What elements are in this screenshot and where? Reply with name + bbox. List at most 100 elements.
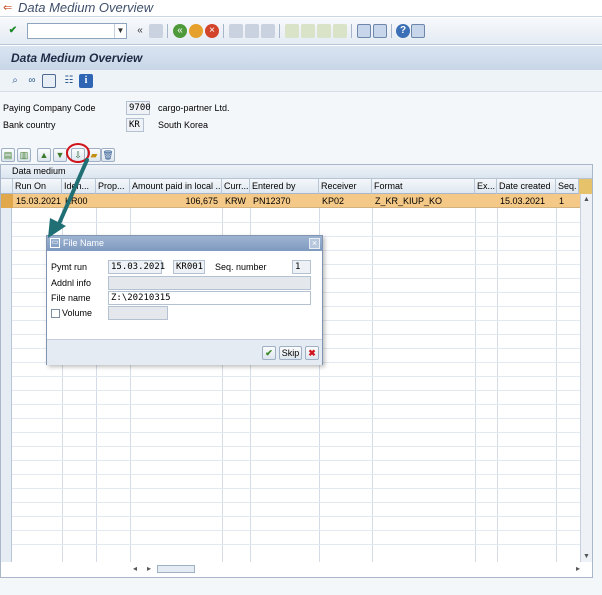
window-titlebar: ⇐ Data Medium Overview [0,0,602,17]
find-next-icon[interactable] [261,24,275,38]
command-field[interactable]: ▼ [27,23,127,39]
column-header[interactable]: Prop... [96,179,130,194]
find-icon[interactable] [245,24,259,38]
scroll-end-icon[interactable]: ▸ [576,564,580,573]
previous-page-icon[interactable] [301,24,315,38]
cell-amount[interactable]: 106,675 [131,194,220,208]
scroll-thumb[interactable] [157,565,195,573]
skip-button[interactable]: Skip [279,346,302,360]
application-toolbar: ⌕ ∞ ☷ i [0,70,602,92]
next-page-icon[interactable] [317,24,331,38]
confirm-icon[interactable]: ✔ [262,346,276,360]
table-icon[interactable] [42,74,56,88]
row-divider [12,446,581,447]
file-name-label: File name [51,293,91,303]
cancel-icon[interactable]: × [205,24,219,38]
volume-checkbox[interactable] [51,309,60,318]
cell-format[interactable]: Z_KR_KIUP_KO [373,194,475,208]
row-selector[interactable] [1,194,13,208]
cell-entered-by[interactable]: PN12370 [251,194,319,208]
horizontal-scrollbar[interactable]: ◂ ▸ ▸ [131,563,582,575]
column-header[interactable]: Date created [497,179,556,194]
scroll-down-icon[interactable]: ▼ [583,553,590,560]
volume-field[interactable] [108,306,168,320]
filter-icon[interactable]: ▼ [53,148,67,162]
save-icon[interactable] [149,24,163,38]
glasses-icon[interactable]: ∞ [25,74,39,88]
exit-icon[interactable] [189,24,203,38]
toolbar-separator [391,24,392,38]
close-icon[interactable]: × [309,238,320,249]
highlight-circle [66,143,90,163]
addnl-info-field[interactable] [108,276,311,290]
row-divider [12,390,581,391]
cancel-icon[interactable]: ✖ [305,346,319,360]
row-divider [12,460,581,461]
scroll-right-icon[interactable]: ▸ [147,564,151,573]
column-header[interactable]: Receiver [319,179,372,194]
addnl-info-label: Addnl info [51,278,92,288]
scroll-left-icon[interactable]: ◂ [133,564,137,573]
row-divider [12,530,581,531]
cell-run-on[interactable]: 15.03.2021 [14,194,62,208]
vertical-scrollbar[interactable]: ▲ ▼ [580,194,592,562]
scroll-up-icon[interactable]: ▲ [583,196,590,203]
cell-prop[interactable] [97,194,130,208]
deselect-all-icon[interactable]: ▥ [17,148,31,162]
cell-seq[interactable]: 1 [557,194,579,208]
cell-receiver[interactable]: KP02 [320,194,372,208]
bank-country-field[interactable]: KR [126,118,144,132]
detail-icon[interactable]: ☷ [62,74,76,88]
delete-icon[interactable]: 🗑 [101,148,115,162]
column-header[interactable]: Ex... [475,179,497,194]
paying-company-code-field[interactable]: 9700 [126,101,151,115]
row-divider [12,404,581,405]
system-toolbar: ✔ ▼ « « × ? [0,18,602,45]
volume-label: Volume [62,308,93,318]
first-page-icon[interactable] [285,24,299,38]
column-header[interactable]: Curr... [222,179,250,194]
pymt-run-id-field[interactable]: KR001 [173,260,205,274]
help-icon[interactable]: ? [396,24,410,38]
dialog-footer: ✔ Skip ✖ [47,339,322,365]
chevron-down-icon[interactable]: ▼ [114,24,126,38]
info-icon[interactable]: i [79,74,93,88]
shortcut-icon[interactable] [373,24,387,38]
new-session-icon[interactable] [357,24,371,38]
column-header[interactable]: Format [372,179,475,194]
column-header[interactable]: Iden... [62,179,96,194]
sort-ascending-icon[interactable]: ▲ [37,148,51,162]
bank-country-name: South Korea [158,120,209,130]
column-header[interactable]: Run On [13,179,62,194]
select-all-icon[interactable]: ▤ [1,148,15,162]
cell-date-created[interactable]: 15.03.2021 [498,194,556,208]
cell-iden[interactable]: KR00 [63,194,96,208]
column-header[interactable]: Entered by [250,179,319,194]
dialog-title: File Name [63,238,105,248]
back-icon[interactable]: « [173,24,187,38]
row-divider [12,432,581,433]
table-row[interactable]: 15.03.2021 KR00 106,675 KRW PN12370 KP02… [1,194,592,208]
enter-icon[interactable]: ✔ [6,24,20,38]
column-header[interactable]: Seq. [556,179,579,194]
dialog-titlebar: ▭ File Name × [47,236,322,251]
row-divider [12,418,581,419]
sap-exit-icon[interactable]: ⇐ [3,2,15,14]
pymt-run-date-field[interactable]: 15.03.2021 [108,260,165,274]
row-divider [12,516,581,517]
history-back-icon[interactable]: « [133,24,147,38]
cell-ex[interactable] [476,194,497,208]
column-header[interactable]: Amount paid in local ... [130,179,222,194]
display-icon[interactable]: ⌕ [8,74,22,88]
customize-layout-icon[interactable] [411,24,425,38]
row-divider [12,502,581,503]
grid-header-row: Run On Iden... Prop... Amount paid in lo… [1,179,592,194]
seq-number-field[interactable]: 1 [292,260,311,274]
select-all-cell[interactable] [1,179,13,194]
paying-company-code-label: Paying Company Code [3,103,96,113]
last-page-icon[interactable] [333,24,347,38]
cell-currency[interactable]: KRW [223,194,250,208]
column-settings-icon[interactable] [579,179,592,194]
file-name-input[interactable]: Z:\20210315 [108,291,311,305]
print-icon[interactable] [229,24,243,38]
